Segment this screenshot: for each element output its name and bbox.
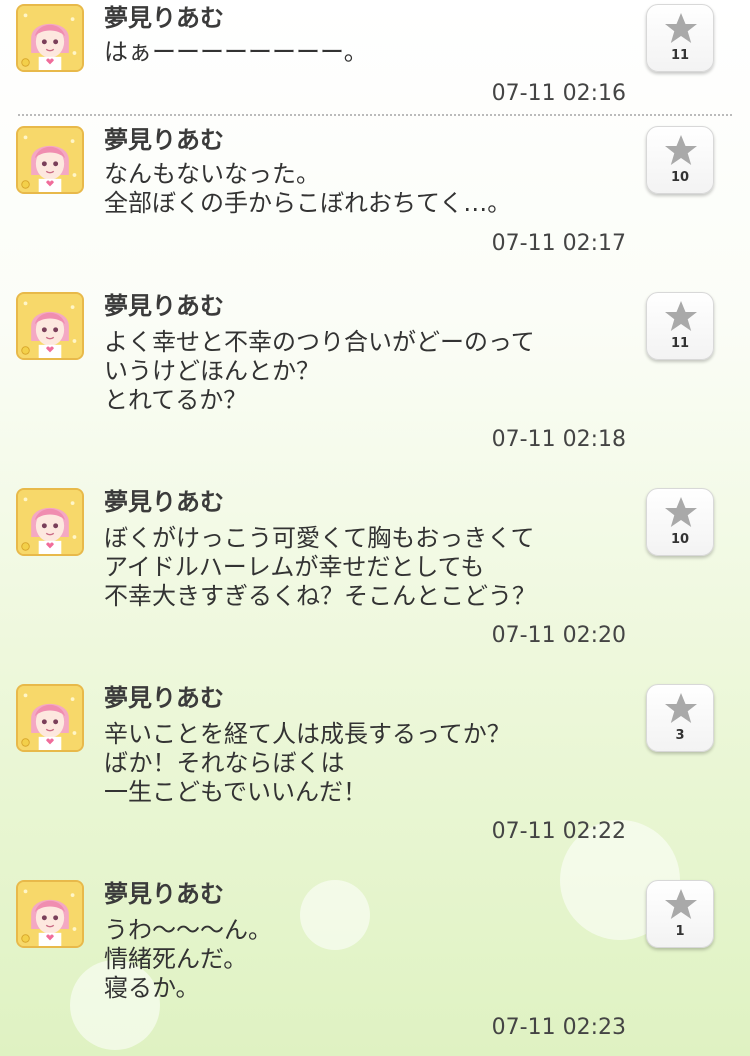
post-author: 夢見りあむ	[104, 126, 224, 154]
post-timestamp: 07-11 02:17	[491, 231, 626, 256]
character-avatar[interactable]	[16, 126, 84, 194]
timeline-feed: 夢見りあむ はぁーーーーーーーー。 07-11 02:16 11 夢見りあむ な…	[0, 0, 750, 1056]
post-body: なんもないなった。 全部ぼくの手からこぼれおちてく…。	[104, 160, 512, 217]
post-body: よく幸せと不幸のつり合いがどーのって いうけどほんとか？ とれてるか？	[104, 328, 535, 414]
character-avatar[interactable]	[16, 488, 84, 556]
like-button[interactable]: 10	[646, 126, 714, 194]
like-button[interactable]: 3	[646, 684, 714, 752]
post-body: 辛いことを経て人は成長するってか？ ばか！それならぼくは 一生こどもでいいんだ！	[104, 720, 511, 806]
star-icon	[665, 889, 697, 919]
like-button[interactable]: 10	[646, 488, 714, 556]
post-timestamp: 07-11 02:20	[491, 623, 626, 648]
star-icon	[665, 301, 697, 331]
post-timestamp: 07-11 02:16	[491, 81, 626, 106]
star-icon	[665, 135, 697, 165]
like-count: 1	[675, 924, 685, 939]
post-timestamp: 07-11 02:18	[491, 427, 626, 452]
like-count: 10	[670, 170, 690, 185]
like-count: 3	[675, 728, 685, 743]
like-count: 11	[670, 336, 690, 351]
star-icon	[665, 693, 697, 723]
character-avatar[interactable]	[16, 684, 84, 752]
character-avatar[interactable]	[16, 4, 84, 72]
post-author: 夢見りあむ	[104, 292, 224, 320]
star-icon	[665, 497, 697, 527]
character-avatar[interactable]	[16, 880, 84, 948]
like-button[interactable]: 11	[646, 4, 714, 72]
character-avatar[interactable]	[16, 292, 84, 360]
divider	[18, 114, 732, 116]
post-body: うわ～～～ん。 情緒死んだ。 寝るか。	[104, 916, 272, 1002]
post-timestamp: 07-11 02:23	[491, 1015, 626, 1040]
like-count: 11	[670, 48, 690, 63]
post-body: ぼくがけっこう可愛くて胸もおっきくて アイドルハーレムが幸せだとしても 不幸大き…	[104, 524, 536, 610]
like-button[interactable]: 11	[646, 292, 714, 360]
post-timestamp: 07-11 02:22	[491, 819, 626, 844]
like-button[interactable]: 1	[646, 880, 714, 948]
post-author: 夢見りあむ	[104, 4, 224, 32]
star-icon	[665, 13, 697, 43]
post-author: 夢見りあむ	[104, 684, 224, 712]
post-body: はぁーーーーーーーー。	[104, 38, 368, 66]
like-count: 10	[670, 532, 690, 547]
post-author: 夢見りあむ	[104, 880, 224, 908]
post-author: 夢見りあむ	[104, 488, 224, 516]
